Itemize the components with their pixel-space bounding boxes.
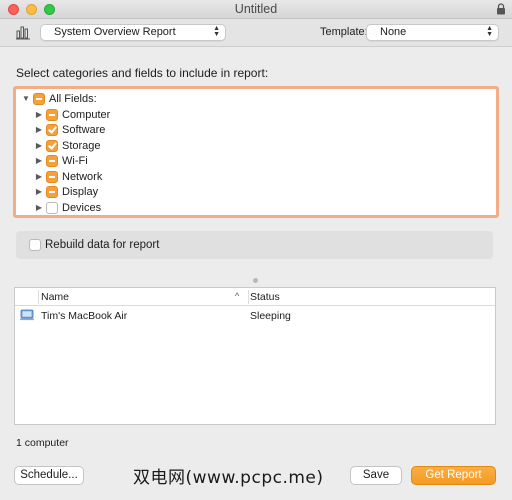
all-fields-checkbox[interactable]	[33, 92, 45, 105]
column-header-name[interactable]: Name	[41, 291, 69, 303]
disclosure-collapsed-icon[interactable]: ▶	[35, 172, 43, 181]
computer-checkbox[interactable]	[46, 108, 58, 121]
tree-row-label: Devices	[62, 201, 102, 214]
computer-name-cell: Tim's MacBook Air	[41, 310, 128, 322]
split-view-handle[interactable]	[253, 278, 258, 283]
display-checkbox[interactable]	[46, 185, 58, 198]
template-popup[interactable]: None ▲ ▼	[366, 24, 499, 41]
disclosure-collapsed-icon[interactable]: ▶	[35, 187, 43, 196]
tree-row-network[interactable]: ▶ Network	[35, 169, 102, 184]
rebuild-label[interactable]: Rebuild data for report	[45, 239, 159, 251]
bar-chart-icon	[16, 26, 30, 40]
wifi-checkbox[interactable]	[46, 154, 58, 167]
computers-table: Name ^ Status Tim's MacBook Air Sleeping	[14, 287, 496, 425]
computer-status-cell: Sleeping	[250, 310, 291, 322]
rebuild-checkbox[interactable]	[29, 239, 41, 251]
column-divider	[38, 290, 39, 304]
window-title: Untitled	[234, 2, 278, 16]
storage-checkbox[interactable]	[46, 139, 58, 152]
tree-row-software[interactable]: ▶ Software	[35, 122, 105, 137]
computer-count: 1 computer	[16, 437, 69, 449]
disclosure-collapsed-icon[interactable]: ▶	[35, 203, 43, 212]
fields-heading: Select categories and fields to include …	[16, 66, 269, 80]
report-type-value: System Overview Report	[54, 26, 176, 38]
tree-row-storage[interactable]: ▶ Storage	[35, 138, 101, 153]
tree-row-label: Display	[62, 185, 99, 198]
tree-row-label: Computer	[62, 108, 111, 121]
disclosure-collapsed-icon[interactable]: ▶	[35, 125, 43, 134]
table-row[interactable]: Tim's MacBook Air Sleeping	[15, 307, 495, 324]
column-header-status[interactable]: Status	[250, 291, 280, 303]
watermark-text: 双电网(www.pcpc.me)	[133, 468, 324, 488]
tree-row-label: Network	[62, 170, 103, 183]
get-report-button[interactable]: Get Report	[411, 466, 496, 485]
tree-row-computer[interactable]: ▶ Computer	[35, 107, 110, 122]
title-bar: Untitled	[0, 0, 512, 19]
tree-row-devices[interactable]: ▶ Devices	[35, 200, 101, 215]
rebuild-panel: Rebuild data for report	[16, 231, 493, 259]
disclosure-expanded-icon[interactable]: ▼	[22, 94, 30, 103]
devices-checkbox[interactable]	[46, 201, 58, 214]
tree-row-label: Wi-Fi	[62, 154, 88, 167]
template-value: None	[380, 26, 407, 38]
laptop-icon	[20, 309, 34, 321]
sort-ascending-icon[interactable]: ^	[235, 291, 239, 301]
popup-arrows-icon: ▲ ▼	[486, 25, 493, 38]
tree-row-all-fields[interactable]: ▼ All Fields:	[22, 91, 97, 106]
save-button[interactable]: Save	[350, 466, 402, 485]
software-checkbox[interactable]	[46, 123, 58, 136]
lock-icon	[497, 3, 505, 15]
tree-row-display[interactable]: ▶ Display	[35, 184, 98, 199]
fields-tree[interactable]: ▼ All Fields: ▶ Computer ▶ Software ▶ St…	[13, 86, 499, 218]
toolbar: System Overview Report ▲ ▼ Template: None…	[0, 19, 512, 47]
report-type-popup[interactable]: System Overview Report ▲ ▼	[40, 24, 226, 41]
tree-row-label: Storage	[62, 139, 101, 152]
disclosure-collapsed-icon[interactable]: ▶	[35, 156, 43, 165]
column-divider[interactable]	[248, 290, 249, 304]
tree-row-label: All Fields:	[49, 92, 97, 105]
disclosure-collapsed-icon[interactable]: ▶	[35, 141, 43, 150]
template-label: Template:	[320, 26, 368, 38]
tree-row-wifi[interactable]: ▶ Wi-Fi	[35, 153, 88, 168]
table-header: Name ^ Status	[15, 288, 495, 306]
disclosure-collapsed-icon[interactable]: ▶	[35, 110, 43, 119]
network-checkbox[interactable]	[46, 170, 58, 183]
tree-row-label: Software	[62, 123, 106, 136]
popup-arrows-icon: ▲ ▼	[213, 25, 220, 38]
schedule-button[interactable]: Schedule...	[14, 466, 84, 485]
